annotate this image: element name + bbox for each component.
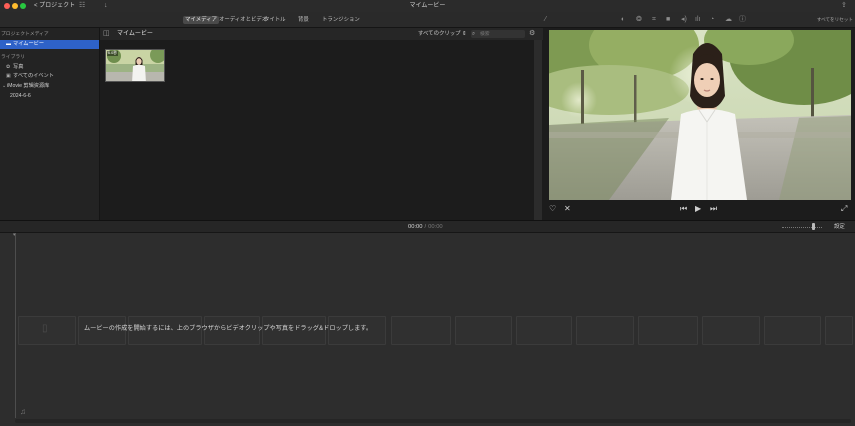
- stabilization-icon[interactable]: ■: [666, 15, 670, 25]
- title-bar: < プロジェクト ☷ ↓ マイムービー ⇪: [0, 0, 855, 12]
- crop-icon[interactable]: ⌗: [652, 15, 656, 25]
- playhead-marker-icon[interactable]: ▾: [13, 233, 16, 238]
- sidebar-toggle-icon[interactable]: ◫: [103, 29, 110, 39]
- video-clip-thumbnail[interactable]: 6.0秒: [105, 49, 165, 82]
- sidebar-item-my-movie[interactable]: ▬ マイムービー: [0, 40, 99, 49]
- placeholder-slot: [638, 316, 698, 345]
- clip-filter-dropdown[interactable]: すべてのクリップ ⇕: [418, 29, 467, 39]
- timeline-settings-button[interactable]: 設定: [834, 223, 845, 231]
- skip-forward-icon[interactable]: ⏭: [710, 204, 717, 214]
- sidebar-item-label: 写真: [13, 64, 24, 70]
- clip-duration: 6.0秒: [107, 51, 119, 56]
- viewer: ♡ ✕ ⏮ ▶ ⏭ ⤢: [543, 28, 855, 220]
- placeholder-slot: [576, 316, 634, 345]
- sidebar-item-label: すべてのイベント: [13, 73, 54, 79]
- search-box[interactable]: ⌕: [471, 30, 525, 38]
- filter-icon[interactable]: ☁: [725, 15, 732, 25]
- placeholder-slot: [455, 316, 512, 345]
- timeline-zoom-slider[interactable]: [782, 227, 822, 228]
- placeholder-slot: [764, 316, 821, 345]
- timeline-scrollbar[interactable]: [15, 419, 851, 423]
- current-time: 00:00: [408, 224, 423, 230]
- favorite-icon[interactable]: ♡: [549, 204, 556, 214]
- playhead[interactable]: [15, 233, 16, 418]
- timecode: 00:00/00:00: [408, 223, 443, 231]
- music-note-icon: ♫: [20, 407, 26, 416]
- color-correction-icon[interactable]: ❂: [636, 15, 642, 25]
- reset-all-button[interactable]: すべてをリセット: [817, 16, 853, 24]
- film-placeholder-icon: ▯: [42, 323, 48, 334]
- timeline[interactable]: ▾ ▯ ムービーの作成を開始するには、上のブラウザからビデオクリップや写真をドラ…: [0, 233, 855, 426]
- sidebar-item-event[interactable]: 2024-6-6: [0, 92, 99, 101]
- tab-titles[interactable]: タイトル: [262, 16, 288, 24]
- browser-title: マイムービー: [117, 31, 153, 37]
- library-heading: ライブラリ: [1, 55, 25, 60]
- sidebar-item-label: マイムービー: [13, 41, 45, 47]
- tab-transitions[interactable]: トランジション: [320, 16, 362, 24]
- timeline-header: 00:00/00:00 設定: [0, 220, 855, 233]
- equalizer-icon[interactable]: ılı: [695, 15, 700, 25]
- sidebar-item-label: 2024-6-6: [10, 93, 31, 99]
- events-icon: ▣: [6, 73, 11, 79]
- empty-timeline-hint: ムービーの作成を開始するには、上のブラウザからビデオクリップや写真をドラッグ&ド…: [84, 325, 373, 332]
- libraries-sidebar: プロジェクトメディア ▬ マイムービー ライブラリ ✿ 写真 ▣ すべてのイベント ⌄…: [0, 28, 100, 220]
- browser-scrollbar[interactable]: [534, 40, 542, 220]
- window-title: マイムービー: [409, 3, 446, 9]
- video-frame-image: [549, 30, 851, 200]
- media-browser: ◫ マイムービー すべてのクリップ ⇕ ⌕ ⚙ 6.0秒: [100, 28, 543, 220]
- tab-my-media[interactable]: マイメディア: [183, 16, 219, 24]
- chevron-updown-icon: ⇕: [462, 31, 467, 37]
- magic-wand-icon[interactable]: ⁄: [545, 15, 546, 25]
- placeholder-slot: [516, 316, 572, 345]
- search-icon: ⌕: [472, 31, 476, 37]
- sidebar-item-label: iMovie 剪辑资源库: [7, 83, 50, 89]
- placeholder-slot: [391, 316, 451, 345]
- film-icon: ▬: [6, 41, 11, 47]
- media-toolbar: マイメディア オーディオとビデオ タイトル 背景 トランジション ⁄ ◐ ❂ ⌗…: [0, 12, 855, 28]
- play-icon[interactable]: ▶: [695, 204, 701, 214]
- video-preview[interactable]: [549, 30, 851, 200]
- placeholder-slot: [702, 316, 760, 345]
- placeholder-slot: [825, 316, 853, 345]
- sidebar-item-library[interactable]: ⌄iMovie 剪辑资源库: [0, 82, 99, 91]
- info-icon[interactable]: ⓘ: [739, 15, 746, 25]
- total-time: 00:00: [428, 224, 443, 230]
- photos-icon: ✿: [6, 64, 11, 70]
- skip-back-icon[interactable]: ⏮: [680, 204, 687, 214]
- sidebar-item-all-events[interactable]: ▣ すべてのイベント: [0, 72, 99, 81]
- volume-icon[interactable]: ◂): [681, 15, 687, 25]
- browser-settings-icon[interactable]: ⚙: [529, 29, 535, 39]
- reject-icon[interactable]: ✕: [564, 204, 571, 214]
- fullscreen-icon[interactable]: ⤢: [841, 204, 847, 214]
- clip-filter-label: すべてのクリップ: [418, 31, 461, 37]
- project-media-heading: プロジェクトメディア: [1, 32, 49, 37]
- share-icon[interactable]: ⇪: [841, 1, 847, 11]
- speed-icon[interactable]: ◔: [710, 15, 714, 25]
- search-input[interactable]: [480, 30, 524, 38]
- browser-header: ◫ マイムービー すべてのクリップ ⇕ ⌕ ⚙: [100, 28, 543, 40]
- color-balance-icon[interactable]: ◐: [621, 15, 625, 25]
- time-separator: /: [424, 224, 427, 230]
- sidebar-item-photos[interactable]: ✿ 写真: [0, 63, 99, 72]
- tab-backgrounds[interactable]: 背景: [296, 16, 311, 24]
- zoom-slider-handle[interactable]: [812, 223, 815, 230]
